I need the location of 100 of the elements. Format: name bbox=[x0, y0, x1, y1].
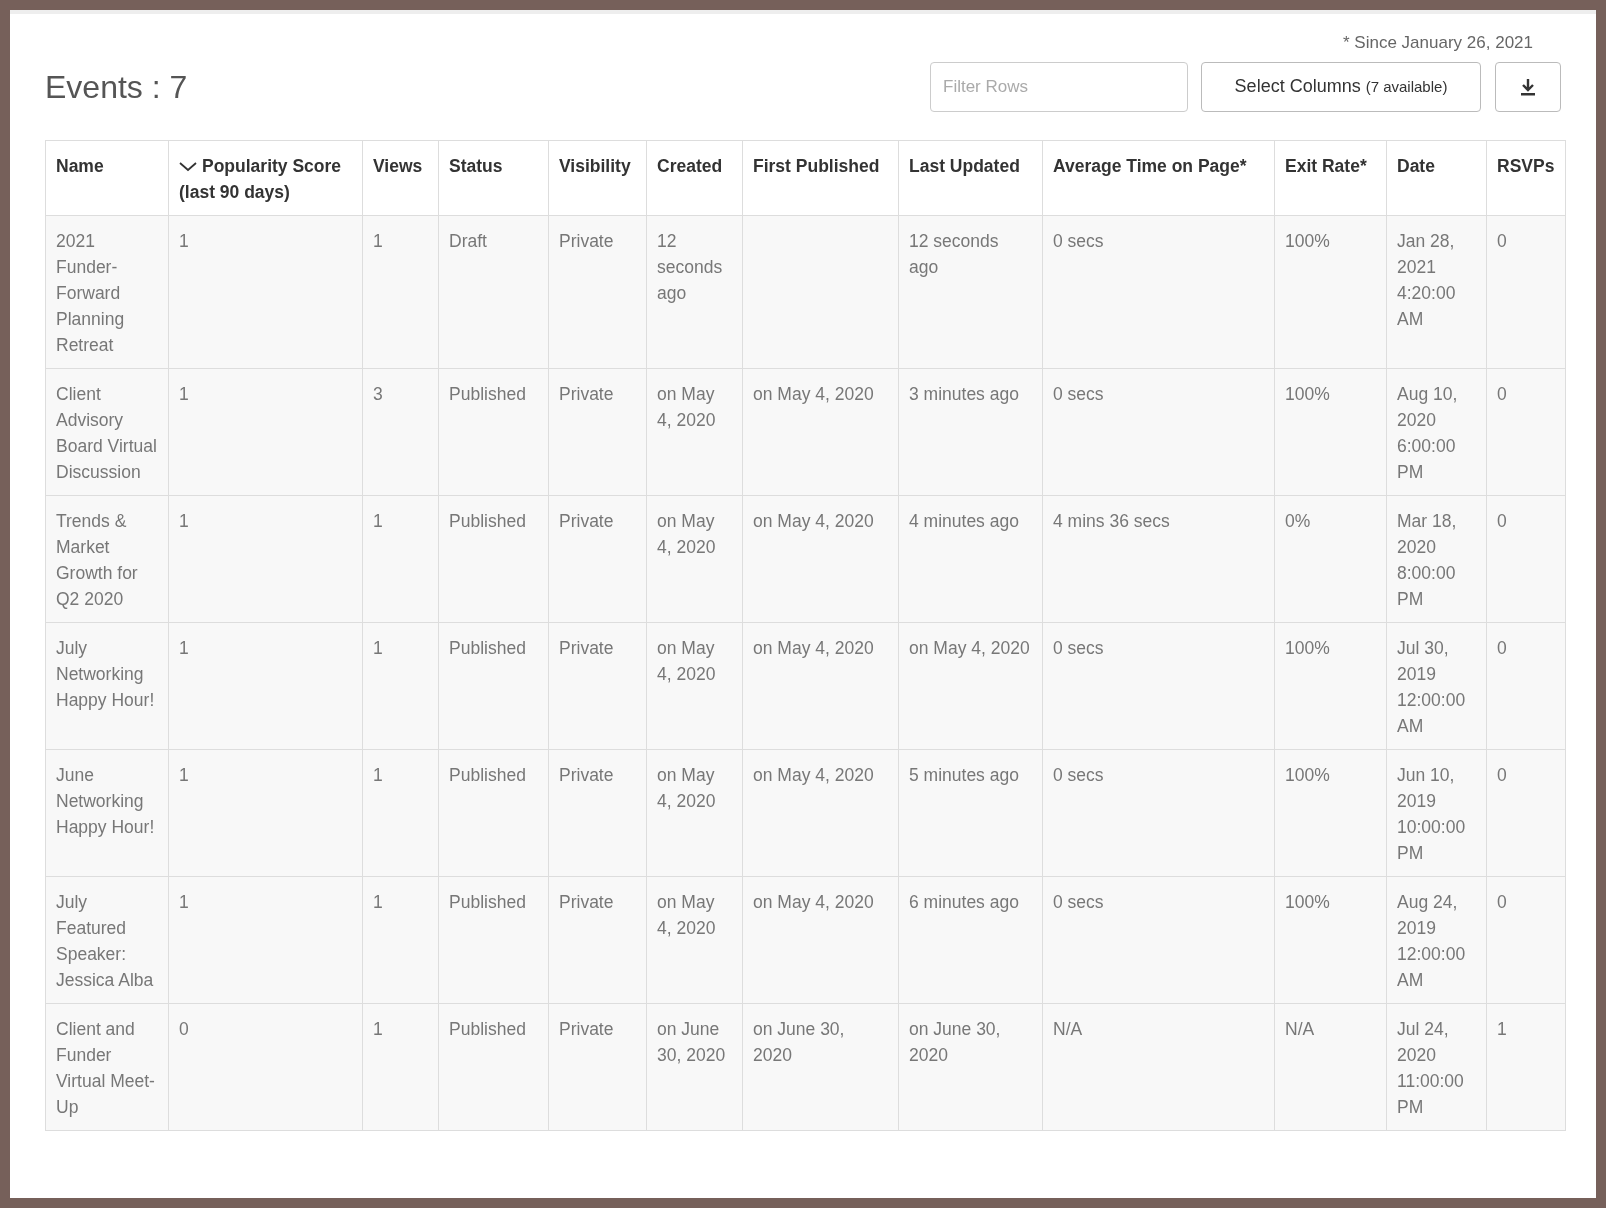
table-cell: 100% bbox=[1274, 749, 1387, 876]
table-cell: 4 minutes ago bbox=[898, 495, 1043, 622]
table-cell: Published bbox=[438, 876, 549, 1003]
table-cell: Private bbox=[548, 622, 647, 749]
table-cell: 0 bbox=[1486, 749, 1566, 876]
download-button[interactable] bbox=[1495, 61, 1561, 112]
column-header[interactable]: First Published bbox=[742, 140, 899, 215]
table-cell: 0 secs bbox=[1042, 876, 1275, 1003]
table-cell: 0 bbox=[1486, 622, 1566, 749]
table-cell: 12 seconds ago bbox=[646, 215, 743, 368]
table-cell: 100% bbox=[1274, 368, 1387, 495]
table-cell: on June 30, 2020 bbox=[646, 1003, 743, 1130]
table-cell: Published bbox=[438, 495, 549, 622]
filter-field[interactable]: Filter Rows bbox=[930, 61, 1188, 112]
table-cell: 3 minutes ago bbox=[898, 368, 1043, 495]
table-cell: 0 secs bbox=[1042, 215, 1275, 368]
table-cell: Published bbox=[438, 749, 549, 876]
table-cell: on May 4, 2020 bbox=[646, 495, 743, 622]
column-header[interactable]: Visibility bbox=[548, 140, 647, 215]
column-header[interactable]: Average Time on Page* bbox=[1042, 140, 1275, 215]
column-header[interactable]: Views bbox=[362, 140, 439, 215]
table-cell: 3 bbox=[362, 368, 439, 495]
table-cell: 100% bbox=[1274, 215, 1387, 368]
column-header[interactable]: Created bbox=[646, 140, 743, 215]
table-cell: 0 secs bbox=[1042, 749, 1275, 876]
column-header[interactable]: Exit Rate* bbox=[1274, 140, 1387, 215]
sort-chevron-icon bbox=[179, 161, 197, 172]
table-cell: on May 4, 2020 bbox=[742, 622, 899, 749]
table-cell: on May 4, 2020 bbox=[742, 876, 899, 1003]
table-cell: Private bbox=[548, 215, 647, 368]
table-cell: on May 4, 2020 bbox=[646, 876, 743, 1003]
table-cell: Mar 18, 2020 8:00:00 PM bbox=[1386, 495, 1487, 622]
table-cell: 1 bbox=[168, 876, 363, 1003]
table-cell: 2021 Funder-Forward Planning Retreat bbox=[45, 215, 169, 368]
table-cell: 0% bbox=[1274, 495, 1387, 622]
table-cell: 1 bbox=[1486, 1003, 1566, 1130]
table-cell: N/A bbox=[1274, 1003, 1387, 1130]
table-cell: July Featured Speaker: Jessica Alba bbox=[45, 876, 169, 1003]
table-cell: 1 bbox=[168, 368, 363, 495]
table-cell: 1 bbox=[168, 495, 363, 622]
table-cell: 1 bbox=[362, 622, 439, 749]
page-title: Events : 7 bbox=[45, 67, 189, 107]
table-cell: on May 4, 2020 bbox=[898, 622, 1043, 749]
table-cell: 0 secs bbox=[1042, 622, 1275, 749]
table-cell: 1 bbox=[362, 876, 439, 1003]
table-cell: Private bbox=[548, 368, 647, 495]
table-cell: on May 4, 2020 bbox=[742, 495, 899, 622]
download-icon bbox=[1518, 76, 1538, 97]
table-cell: 12 seconds ago bbox=[898, 215, 1043, 368]
table-cell: Client and Funder Virtual Meet-Up bbox=[45, 1003, 169, 1130]
table-cell: 5 minutes ago bbox=[898, 749, 1043, 876]
table-cell: on May 4, 2020 bbox=[742, 368, 899, 495]
table-cell: 1 bbox=[168, 622, 363, 749]
table-cell: Client Advisory Board Virtual Discussion bbox=[45, 368, 169, 495]
table-cell: on May 4, 2020 bbox=[646, 368, 743, 495]
table-cell: Aug 24, 2019 12:00:00 AM bbox=[1386, 876, 1487, 1003]
table-cell: 0 bbox=[1486, 368, 1566, 495]
table-cell: 0 bbox=[168, 1003, 363, 1130]
table-cell: Jun 10, 2019 10:00:00 PM bbox=[1386, 749, 1487, 876]
table-cell: Published bbox=[438, 1003, 549, 1130]
table-cell: Draft bbox=[438, 215, 549, 368]
table-cell: on June 30, 2020 bbox=[898, 1003, 1043, 1130]
table-cell: Trends & Market Growth for Q2 2020 bbox=[45, 495, 169, 622]
table-cell: Private bbox=[548, 876, 647, 1003]
table-cell: 4 mins 36 secs bbox=[1042, 495, 1275, 622]
table-cell: Jul 24, 2020 11:00:00 PM bbox=[1386, 1003, 1487, 1130]
table-cell: on May 4, 2020 bbox=[742, 749, 899, 876]
table-cell: 6 minutes ago bbox=[898, 876, 1043, 1003]
table-cell: 0 secs bbox=[1042, 368, 1275, 495]
select-columns-button[interactable]: Select Columns (7 available) bbox=[1201, 61, 1481, 112]
table-cell: N/A bbox=[1042, 1003, 1275, 1130]
table-cell: 1 bbox=[362, 749, 439, 876]
table-cell: Published bbox=[438, 368, 549, 495]
table-cell: 1 bbox=[362, 1003, 439, 1130]
table-cell: on May 4, 2020 bbox=[646, 749, 743, 876]
table-cell: 0 bbox=[1486, 495, 1566, 622]
table-cell: 1 bbox=[168, 215, 363, 368]
table-cell: Published bbox=[438, 622, 549, 749]
table-cell: 0 bbox=[1486, 876, 1566, 1003]
column-header[interactable]: Status bbox=[438, 140, 549, 215]
column-header[interactable]: Date bbox=[1386, 140, 1487, 215]
table-cell: Private bbox=[548, 749, 647, 876]
column-header[interactable]: Last Updated bbox=[898, 140, 1043, 215]
table-cell: Private bbox=[548, 1003, 647, 1130]
table-cell: on June 30, 2020 bbox=[742, 1003, 899, 1130]
table-cell: 100% bbox=[1274, 622, 1387, 749]
column-header[interactable]: Name bbox=[45, 140, 169, 215]
table-cell: 1 bbox=[362, 215, 439, 368]
table-cell: 1 bbox=[168, 749, 363, 876]
table-cell: 0 bbox=[1486, 215, 1566, 368]
table-cell: June Networking Happy Hour! bbox=[45, 749, 169, 876]
table-cell: 1 bbox=[362, 495, 439, 622]
table-cell: Aug 10, 2020 6:00:00 PM bbox=[1386, 368, 1487, 495]
table-cell: on May 4, 2020 bbox=[646, 622, 743, 749]
table-cell: Private bbox=[548, 495, 647, 622]
note-text: * Since January 26, 2021 bbox=[1343, 32, 1533, 54]
table-cell: July Networking Happy Hour! bbox=[45, 622, 169, 749]
table-cell: 100% bbox=[1274, 876, 1387, 1003]
column-header[interactable]: Popularity Score (last 90 days) bbox=[168, 140, 363, 215]
column-header[interactable]: RSVPs bbox=[1486, 140, 1566, 215]
